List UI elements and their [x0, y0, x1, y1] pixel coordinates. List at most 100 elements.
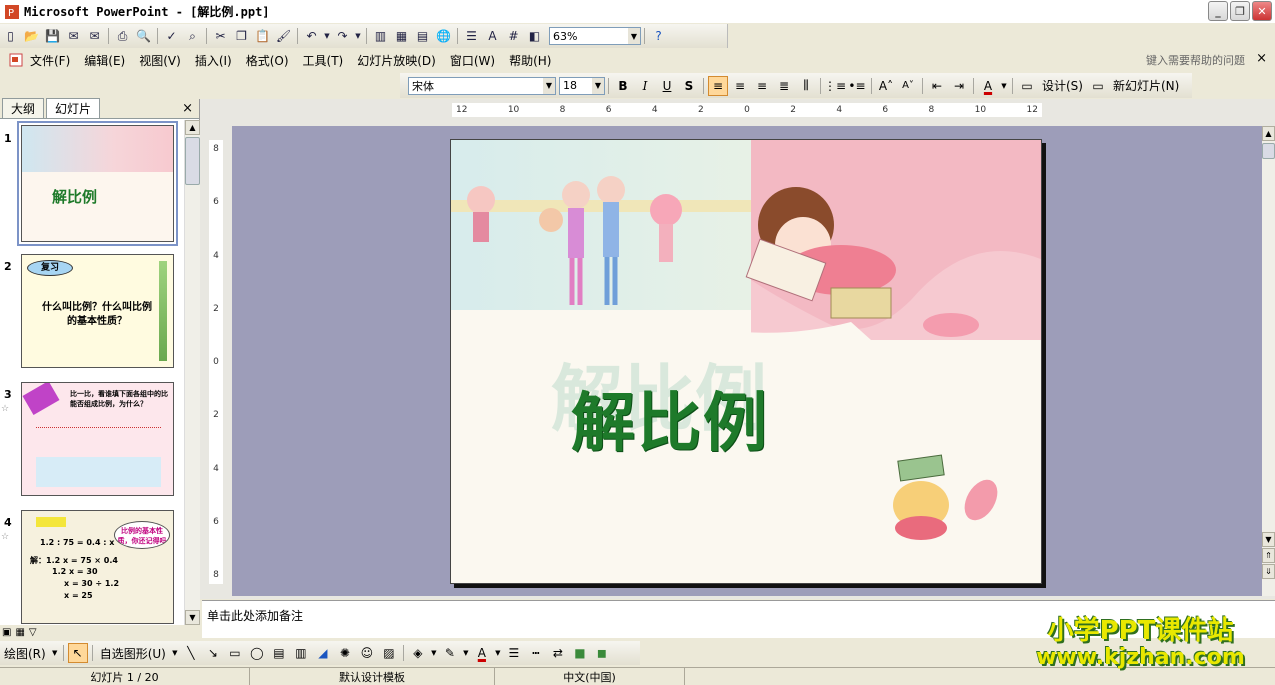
numbering-icon[interactable]: ⋮≡ — [824, 76, 846, 96]
line-style-icon[interactable]: ☰ — [504, 643, 524, 663]
distribute-icon[interactable]: ⫼ — [796, 76, 816, 96]
expand-all-icon[interactable]: ☰ — [462, 27, 481, 46]
menu-window[interactable]: 窗口(W) — [450, 52, 495, 69]
select-pointer-icon[interactable]: ↖ — [67, 643, 88, 663]
diagram-icon[interactable]: ✺ — [335, 643, 355, 663]
normal-view-icon[interactable]: ▣ — [2, 627, 11, 638]
font-color-dropdown-icon[interactable]: ▼ — [1000, 76, 1008, 96]
new-slide-button[interactable]: 新幻灯片(N) — [1113, 77, 1179, 94]
arrow-style-icon[interactable]: ⇄ — [548, 643, 568, 663]
increase-indent-icon[interactable]: ⇥ — [949, 76, 969, 96]
textbox-icon[interactable]: ▤ — [269, 643, 289, 663]
menu-tools[interactable]: 工具(T) — [303, 52, 344, 69]
tables-borders-icon[interactable]: ▤ — [413, 27, 432, 46]
dash-style-icon[interactable]: ┅ — [526, 643, 546, 663]
tab-slides[interactable]: 幻灯片 — [46, 98, 101, 118]
menu-format[interactable]: 格式(O) — [246, 52, 289, 69]
justify-icon[interactable]: ≣ — [774, 76, 794, 96]
bullets-icon[interactable]: •≡ — [847, 76, 867, 96]
clipart-icon[interactable]: ☺ — [357, 643, 377, 663]
fill-color-icon[interactable]: ◈ — [408, 643, 428, 663]
restore-button[interactable]: ❐ — [1230, 1, 1250, 21]
draw-menu-button[interactable]: 绘图(R) — [4, 645, 46, 662]
picture-icon[interactable]: ▨ — [379, 643, 399, 663]
slide-thumbnail-4[interactable]: 比例的基本性质，你还记得吗 1.2 : 75 = 0.4 : x 解：1.2 x… — [21, 510, 174, 624]
hyperlink-icon[interactable]: 🌐 — [434, 27, 453, 46]
decrease-font-icon[interactable]: A˅ — [898, 76, 918, 96]
insert-chart-icon[interactable]: ▥ — [371, 27, 390, 46]
email-icon[interactable]: ✉ — [85, 27, 104, 46]
next-slide-icon[interactable]: ⇓ — [1262, 564, 1275, 579]
design-button[interactable]: 设计(S) — [1042, 77, 1083, 94]
chevron-down-icon[interactable]: ▼ — [430, 643, 438, 663]
menu-view[interactable]: 视图(V) — [139, 52, 181, 69]
close-icon[interactable]: × — [1256, 51, 1267, 66]
scroll-thumb[interactable] — [185, 137, 200, 185]
scroll-up-icon[interactable]: ▲ — [185, 120, 200, 135]
previous-slide-icon[interactable]: ⇑ — [1262, 548, 1275, 563]
slide-sorter-icon[interactable]: ▦ — [15, 627, 24, 638]
chevron-down-icon[interactable]: ▼ — [171, 643, 179, 663]
shadow-style-icon[interactable]: ■ — [570, 643, 590, 663]
tab-outline[interactable]: 大纲 — [2, 98, 45, 118]
slide-thumbnail-3[interactable]: 比一比，看谁填下面各组中的比能否组成比例，为什么？ — [21, 382, 174, 496]
chevron-down-icon[interactable]: ▼ — [494, 643, 502, 663]
font-select[interactable]: 宋体 ▼ — [408, 76, 556, 95]
underline-button[interactable]: U — [657, 76, 677, 96]
font-size-select[interactable]: 18 ▼ — [559, 76, 605, 95]
line-color-icon[interactable]: ✎ — [440, 643, 460, 663]
paste-icon[interactable]: 📋 — [253, 27, 272, 46]
align-right-icon[interactable]: ≡ — [752, 76, 772, 96]
new-icon[interactable]: ▯ — [1, 27, 20, 46]
line-icon[interactable]: ╲ — [181, 643, 201, 663]
scroll-thumb[interactable] — [1262, 143, 1275, 159]
decrease-indent-icon[interactable]: ⇤ — [927, 76, 947, 96]
font-color-icon[interactable]: A — [472, 643, 492, 663]
editor-scrollbar[interactable]: ▲ ▼ ⇑ ⇓ — [1262, 126, 1275, 596]
color-grayscale-icon[interactable]: ◧ — [525, 27, 544, 46]
zoom-select[interactable]: 63% ▼ — [549, 27, 641, 45]
research-icon[interactable]: ⌕ — [183, 27, 202, 46]
bold-button[interactable]: B — [613, 76, 633, 96]
help-icon[interactable]: ? — [649, 27, 668, 46]
menu-help[interactable]: 帮助(H) — [509, 52, 551, 69]
vertical-textbox-icon[interactable]: ▥ — [291, 643, 311, 663]
slideshow-icon[interactable]: ▽ — [29, 627, 37, 638]
menu-slideshow[interactable]: 幻灯片放映(D) — [357, 52, 436, 69]
show-grid-icon[interactable]: # — [504, 27, 523, 46]
thumbnail-scrollbar[interactable]: ▲ ▼ — [184, 120, 200, 625]
arrow-icon[interactable]: ↘ — [203, 643, 223, 663]
redo-dropdown-icon[interactable]: ▼ — [354, 27, 362, 46]
scroll-down-icon[interactable]: ▼ — [1262, 532, 1275, 547]
cut-icon[interactable]: ✂ — [211, 27, 230, 46]
slide-title[interactable]: 解比例 — [571, 372, 769, 464]
undo-icon[interactable]: ↶ — [302, 27, 321, 46]
menu-file[interactable]: 文件(F) — [30, 52, 70, 69]
autoshapes-button[interactable]: 自选图形(U) — [100, 645, 166, 662]
italic-button[interactable]: I — [635, 76, 655, 96]
print-icon[interactable]: ⎙ — [113, 27, 132, 46]
align-left-icon[interactable]: ≡ — [708, 75, 728, 96]
rectangle-icon[interactable]: ▭ — [225, 643, 245, 663]
3d-style-icon[interactable]: ◼ — [592, 643, 612, 663]
open-icon[interactable]: 📂 — [22, 27, 41, 46]
save-icon[interactable]: 💾 — [43, 27, 62, 46]
wordart-icon[interactable]: ◢ — [313, 643, 333, 663]
menu-edit[interactable]: 编辑(E) — [84, 52, 125, 69]
copy-icon[interactable]: ❐ — [232, 27, 251, 46]
increase-font-icon[interactable]: A˄ — [876, 76, 896, 96]
chevron-down-icon[interactable]: ▼ — [51, 643, 59, 663]
minimize-button[interactable]: _ — [1208, 1, 1228, 21]
shadow-button[interactable]: S — [679, 76, 699, 96]
format-painter-icon[interactable]: 🖌 — [274, 27, 293, 46]
slide-thumbnail-2[interactable]: 复习 什么叫比例？什么叫比例的基本性质？ — [21, 254, 174, 368]
undo-dropdown-icon[interactable]: ▼ — [323, 27, 331, 46]
oval-icon[interactable]: ◯ — [247, 643, 267, 663]
font-color-icon[interactable]: A — [978, 76, 998, 96]
align-center-icon[interactable]: ≡ — [730, 76, 750, 96]
spelling-icon[interactable]: ✓ — [162, 27, 181, 46]
show-formatting-icon[interactable]: A — [483, 27, 502, 46]
print-preview-icon[interactable]: 🔍 — [134, 27, 153, 46]
close-button[interactable]: ✕ — [1252, 1, 1272, 21]
insert-table-icon[interactable]: ▦ — [392, 27, 411, 46]
